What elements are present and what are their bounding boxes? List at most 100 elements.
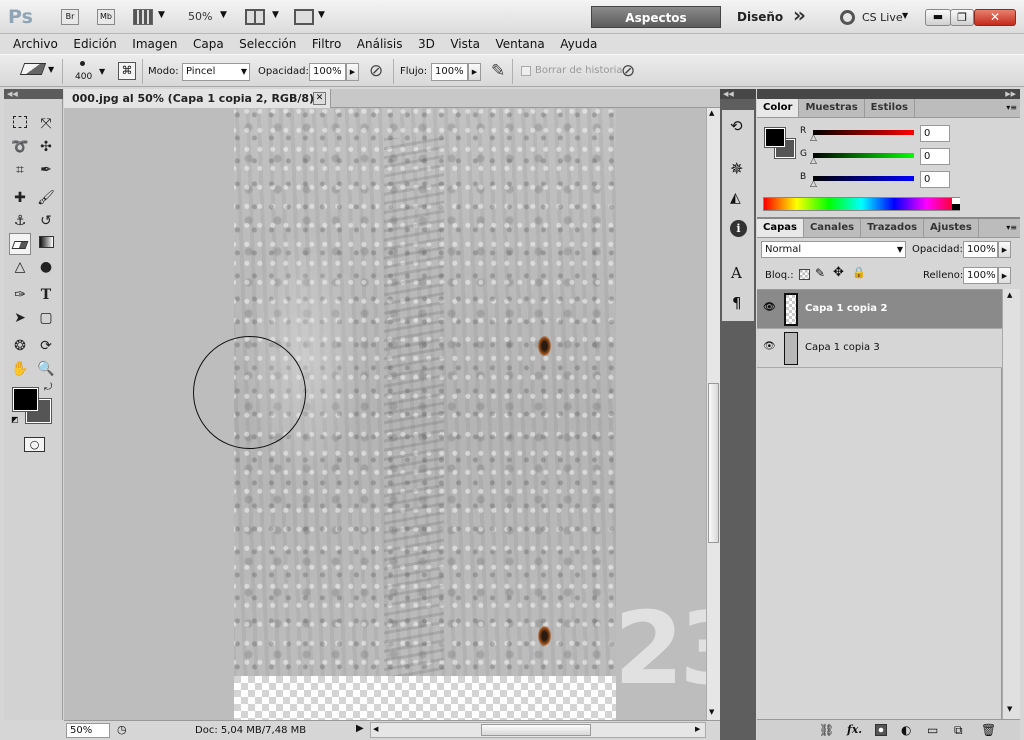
brush-panel-toggle-icon[interactable]: ⌘ [118,62,136,80]
default-colors-icon[interactable]: ◩ [11,415,19,424]
flow-input[interactable]: 100% [431,63,468,81]
layer-style-fx-icon[interactable]: fx. [847,723,862,736]
visibility-eye-icon[interactable]: 👁 [763,341,776,352]
layer-name[interactable]: Capa 1 copia 2 [805,303,888,314]
menu-filtro[interactable]: Filtro [306,34,347,54]
pen-tool-icon[interactable]: ✑ [9,284,31,306]
status-info-icon[interactable]: ◷ [117,723,127,736]
flow-slider-button[interactable]: ▶ [468,63,481,81]
g-value-input[interactable]: 0 [920,148,950,165]
screen-mode-icon[interactable] [294,9,314,25]
quick-selection-tool-icon[interactable]: ✣ [35,136,57,158]
tablet-pressure-size-icon[interactable]: ⊘ [621,61,635,81]
b-channel-slider[interactable] [813,176,914,181]
close-document-icon[interactable]: ✕ [313,92,326,105]
horizontal-scrollbar[interactable]: ◀ ▶ [370,722,706,738]
tablet-pressure-opacity-icon[interactable]: ⊘ [369,61,383,81]
fill-input[interactable]: 100% [963,267,998,284]
paragraph-panel-icon[interactable]: ¶ [732,294,742,312]
b-value-input[interactable]: 0 [920,171,950,188]
blend-mode-select[interactable]: Normal ▼ [761,241,906,258]
close-window-button[interactable]: ✕ [974,9,1016,26]
menu-analisis[interactable]: Análisis [351,34,409,54]
tab-capas[interactable]: Capas [757,219,804,237]
bridge-button[interactable]: Br [61,9,79,25]
scroll-left-icon[interactable]: ◀ [373,725,378,733]
3d-rotate-tool-icon[interactable]: ❂ [9,335,31,357]
restore-button[interactable]: ❐ [950,9,974,26]
menu-ventana[interactable]: Ventana [489,34,550,54]
scroll-right-icon[interactable]: ▶ [695,725,700,733]
document-tab[interactable]: 000.jpg al 50% (Capa 1 copia 2, RGB/8) * [64,89,331,108]
healing-brush-tool-icon[interactable]: ✚ [9,187,31,209]
chevron-down-icon[interactable]: ▼ [272,10,279,20]
panel-collapse-strip[interactable]: ◀◀ [4,89,63,99]
navigator-panel-icon[interactable]: ✵ [730,159,743,178]
color-spectrum-bar[interactable] [763,197,960,211]
history-brush-tool-icon[interactable]: ↺ [35,210,57,232]
chevron-down-icon[interactable]: ▼ [318,10,325,20]
panel-menu-icon[interactable]: ▾≡ [1006,103,1017,112]
lasso-tool-icon[interactable]: ➰ [9,136,31,158]
layer-row[interactable]: 👁 Capa 1 copia 3 [757,329,1002,368]
zoom-input[interactable]: 50% [66,723,110,738]
menu-edicion[interactable]: Edición [67,34,122,54]
chevron-down-icon[interactable]: ▼ [99,67,105,76]
gradient-tool-icon[interactable] [35,233,57,255]
tab-canales[interactable]: Canales [804,219,862,237]
arrange-documents-icon[interactable] [245,9,265,25]
info-panel-icon[interactable]: i [730,220,747,237]
panel-menu-icon[interactable]: ▾≡ [1006,223,1017,232]
clone-stamp-tool-icon[interactable]: ⚓ [9,210,31,232]
tab-muestras[interactable]: Muestras [799,99,865,117]
fill-slider-button[interactable]: ▶ [998,267,1011,284]
scroll-up-icon[interactable]: ▲ [709,109,714,117]
r-channel-slider[interactable] [813,130,914,135]
extras-view-icon[interactable] [133,9,153,25]
tab-ajustes[interactable]: Ajustes [924,219,979,237]
vertical-scrollbar[interactable]: ▲ ▼ [706,108,720,720]
scroll-down-icon[interactable]: ▼ [709,708,714,716]
b-slider-thumb-icon[interactable]: △ [810,179,817,189]
chevron-down-icon[interactable]: ▼ [220,10,227,20]
workspace-essentials-button[interactable]: Aspectos esenciales [591,6,721,47]
scroll-thumb[interactable] [708,383,719,543]
erase-to-history-checkbox[interactable] [521,66,531,76]
history-panel-icon[interactable]: ⟲ [730,117,743,135]
cs-live-icon[interactable] [840,10,855,25]
foreground-color-swatch[interactable] [12,387,39,412]
zoom-level-select[interactable]: 50% [188,10,212,23]
mode-select[interactable]: Pincel ▼ [182,63,250,81]
workspace-design-button[interactable]: Diseño [737,10,783,24]
minimize-button[interactable]: ▬ [925,9,951,26]
move-tool-icon[interactable]: ⤧ [35,113,57,135]
canvas-workspace[interactable]: 23 [64,108,706,720]
visibility-eye-icon[interactable]: 👁 [763,302,776,313]
status-menu-arrow-icon[interactable]: ▶ [356,723,364,734]
lock-transparency-icon[interactable] [799,269,810,280]
menu-vista[interactable]: Vista [444,34,486,54]
path-selection-tool-icon[interactable]: ➤ [9,307,31,329]
scroll-down-icon[interactable]: ▼ [1007,705,1012,713]
dodge-tool-icon[interactable]: ● [35,256,57,278]
horizontal-scroll-thumb[interactable] [481,724,591,736]
airbrush-icon[interactable]: ✎ [491,61,505,81]
blur-tool-icon[interactable]: △ [9,256,31,278]
g-channel-slider[interactable] [813,153,914,158]
foreground-color-swatch[interactable] [764,127,786,148]
menu-3d[interactable]: 3D [412,34,441,54]
eyedropper-tool-icon[interactable]: ✒ [35,159,57,181]
lock-pixels-icon[interactable]: ✎ [815,266,825,280]
scroll-up-icon[interactable]: ▲ [1007,291,1012,299]
type-tool-icon[interactable]: T [35,284,57,306]
new-group-icon[interactable]: ▭ [927,723,938,737]
adjustment-layer-icon[interactable]: ◐ [901,723,911,737]
shape-tool-icon[interactable]: ▢ [35,307,57,329]
lock-position-icon[interactable]: ✥ [833,265,844,280]
hand-tool-icon[interactable]: ✋ [9,358,31,380]
right-panel-collapse-bar[interactable]: ▶▶ [757,89,1020,99]
menu-capa[interactable]: Capa [187,34,230,54]
menu-archivo[interactable]: Archivo [7,34,64,54]
brush-tip-icon[interactable] [80,61,85,66]
histogram-panel-icon[interactable]: ◭ [730,190,741,206]
